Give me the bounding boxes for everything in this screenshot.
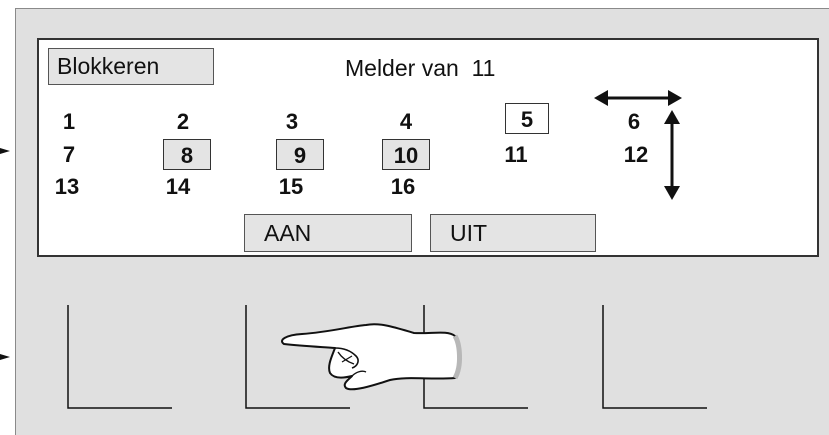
- on-button[interactable]: AAN: [244, 214, 412, 252]
- display-screen: Blokkeren Melder van 11 1 2 3 4 5 6 7 8 …: [37, 38, 819, 257]
- detector-4[interactable]: 4: [391, 106, 421, 137]
- off-button[interactable]: UIT: [430, 214, 596, 252]
- page-title: Melder van 11: [345, 55, 495, 82]
- detector-5-selected[interactable]: 5: [505, 103, 549, 134]
- left-arrow-tip-icon: [0, 148, 10, 154]
- pointing-hand-icon: [281, 323, 462, 391]
- title-prefix: Melder van: [345, 55, 459, 81]
- detector-7[interactable]: 7: [54, 139, 84, 170]
- detector-9-blocked[interactable]: 9: [276, 139, 324, 170]
- detector-2[interactable]: 2: [168, 106, 198, 137]
- detector-10-blocked[interactable]: 10: [382, 139, 430, 170]
- title-count: 11: [471, 55, 496, 81]
- detector-3[interactable]: 3: [277, 106, 307, 137]
- detector-16[interactable]: 16: [383, 171, 423, 202]
- detector-15[interactable]: 15: [271, 171, 311, 202]
- detector-12[interactable]: 12: [616, 139, 656, 170]
- up-down-arrow-icon[interactable]: [659, 108, 685, 202]
- left-arrow-tip-icon: [0, 354, 10, 360]
- detector-14[interactable]: 14: [158, 171, 198, 202]
- block-button[interactable]: Blokkeren: [48, 48, 214, 85]
- detector-8-blocked[interactable]: 8: [163, 139, 211, 170]
- detector-1[interactable]: 1: [54, 106, 84, 137]
- key-slot-4[interactable]: [601, 305, 711, 411]
- detector-13[interactable]: 13: [47, 171, 87, 202]
- detector-11[interactable]: 11: [496, 139, 536, 170]
- key-slot-1[interactable]: [66, 305, 176, 411]
